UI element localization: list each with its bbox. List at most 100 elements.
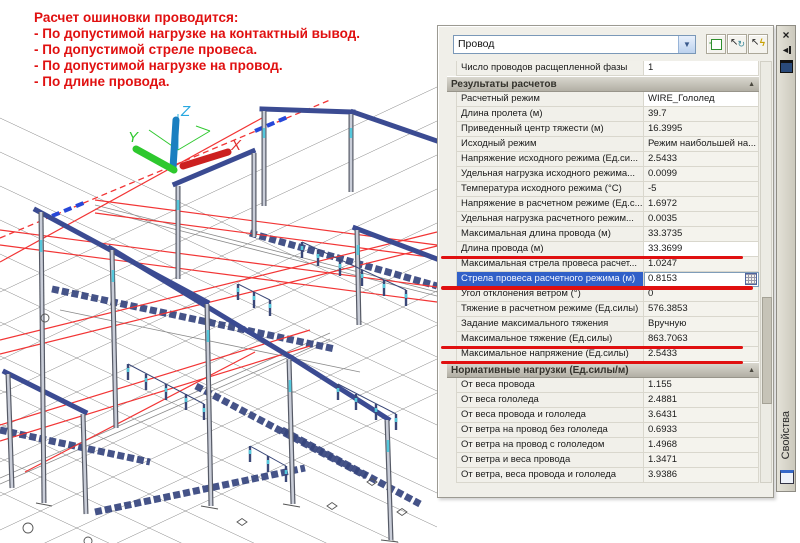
- object-type-value: Провод: [458, 38, 495, 50]
- property-value[interactable]: 33.3735: [644, 227, 759, 242]
- property-value[interactable]: WIRE_Гололед: [644, 92, 759, 107]
- property-row[interactable]: Удельная нагрузка исходного режима... 0.0…: [456, 167, 759, 182]
- z-axis-label: Z: [180, 103, 191, 120]
- property-value-text: 2.5433: [648, 348, 678, 359]
- orbit-arrow-icon: ↻: [737, 39, 745, 49]
- property-row[interactable]: Длина провода (м) 33.3699: [441, 242, 759, 259]
- property-value-text: 0.8153: [648, 273, 678, 284]
- property-row[interactable]: Расчетный режим WIRE_Гололед: [456, 92, 759, 107]
- property-value-text: 1.3471: [648, 454, 678, 465]
- property-row[interactable]: От ветра, веса провода и гололеда 3.9386: [456, 468, 759, 483]
- property-value[interactable]: 33.3699: [644, 242, 759, 257]
- property-row[interactable]: Максимальное тяжение (Ед.силы) 863.7063: [441, 332, 759, 349]
- property-value[interactable]: -5: [644, 182, 759, 197]
- property-value[interactable]: 39.7: [644, 107, 759, 122]
- cursor-icon: ↖: [751, 37, 760, 48]
- property-value-text: 3.6431: [648, 409, 678, 420]
- property-row[interactable]: Стрела провеса расчетного режима (м) 0.81…: [441, 272, 759, 290]
- property-row[interactable]: От ветра на провод с гололедом 1.4968: [456, 438, 759, 453]
- x-axis-label: X: [230, 137, 242, 154]
- y-axis: [132, 145, 178, 174]
- close-icon[interactable]: ×: [777, 28, 795, 42]
- property-value-text: 1.4968: [648, 439, 678, 450]
- section-header[interactable]: Результаты расчетов ▲: [447, 76, 759, 92]
- annotation-line: - По допустимой нагрузке на провод.: [34, 58, 283, 73]
- property-row[interactable]: Задание максимального тяжения Вручную: [456, 317, 759, 332]
- calculator-button[interactable]: [745, 273, 757, 285]
- property-value[interactable]: 2.5433: [644, 347, 759, 362]
- property-row[interactable]: Исходный режим Режим наибольшей на...: [456, 137, 759, 152]
- section-title: Нормативные нагрузки (Ед.силы/м): [451, 365, 629, 376]
- property-value[interactable]: 0.8153: [644, 272, 759, 287]
- property-label: От веса провода: [456, 378, 644, 393]
- property-value[interactable]: 1.4968: [644, 438, 759, 453]
- property-row[interactable]: От веса гололеда 2.4881: [456, 393, 759, 408]
- scrollbar-thumb[interactable]: [762, 297, 772, 404]
- property-row[interactable]: От веса провода 1.155: [456, 378, 759, 393]
- property-value-text: -5: [648, 183, 657, 194]
- property-value[interactable]: 1: [644, 61, 759, 76]
- property-value[interactable]: 1.155: [644, 378, 759, 393]
- property-value[interactable]: 1.3471: [644, 453, 759, 468]
- property-label: Приведенный центр тяжести (м): [456, 122, 644, 137]
- chevron-down-icon[interactable]: ▼: [678, 36, 695, 53]
- property-value[interactable]: 2.4881: [644, 393, 759, 408]
- property-row[interactable]: От ветра и веса провода 1.3471: [456, 453, 759, 468]
- property-value[interactable]: 0.6933: [644, 423, 759, 438]
- annotation-line: - По длине провода.: [34, 74, 170, 89]
- scrollbar[interactable]: [760, 61, 772, 483]
- property-grid: Число проводов расщепленной фазы 1 Результ…: [441, 61, 759, 483]
- toggle-pickadd-button[interactable]: +: [706, 34, 726, 54]
- property-value-text: 2.4881: [648, 394, 678, 405]
- properties-palette: Провод ▼ + ↻ ↖ ϟ ↖ Число проводов расщеп…: [437, 25, 774, 498]
- property-row[interactable]: Длина пролета (м) 39.7: [456, 107, 759, 122]
- property-value[interactable]: 0.0035: [644, 212, 759, 227]
- property-value[interactable]: 1.0247: [644, 257, 759, 272]
- property-row[interactable]: От веса провода и гололеда 3.6431: [456, 408, 759, 423]
- object-type-dropdown[interactable]: Провод ▼: [453, 35, 696, 54]
- collapse-icon[interactable]: ▲: [748, 77, 755, 92]
- property-value[interactable]: Вручную: [644, 317, 759, 332]
- property-row[interactable]: Напряжение в расчетном режиме (Ед.с... 1.…: [456, 197, 759, 212]
- cursor-icon: ↖: [730, 37, 739, 48]
- property-row[interactable]: Максимальная длина провода (м) 33.3735: [456, 227, 759, 242]
- autohide-icon[interactable]: ◄: [777, 45, 795, 55]
- property-value[interactable]: 2.5433: [644, 152, 759, 167]
- property-value[interactable]: 1.6972: [644, 197, 759, 212]
- y-axis-label: Y: [128, 129, 139, 146]
- property-value[interactable]: 576.3853: [644, 302, 759, 317]
- property-value[interactable]: 3.9386: [644, 468, 759, 483]
- property-value-text: 0.6933: [648, 424, 678, 435]
- property-row[interactable]: Тяжение в расчетном режиме (Ед.силы) 576.…: [456, 302, 759, 317]
- collapse-icon[interactable]: ▲: [748, 363, 755, 378]
- property-row[interactable]: Температура исходного режима (°C) -5: [456, 182, 759, 197]
- property-row[interactable]: Максимальное напряжение (Ед.силы) 2.5433: [441, 347, 759, 364]
- red-underline-annotation: [441, 286, 753, 290]
- property-row[interactable]: Напряжение исходного режима (Ед.си... 2.5…: [456, 152, 759, 167]
- property-value-text: 1.6972: [648, 198, 678, 209]
- property-value[interactable]: 3.6431: [644, 408, 759, 423]
- property-value-text: 39.7: [648, 108, 667, 119]
- property-value[interactable]: 863.7063: [644, 332, 759, 347]
- property-value-text: 3.9386: [648, 469, 678, 480]
- lightning-icon: ϟ: [759, 38, 765, 49]
- property-label: Максимальное тяжение (Ед.силы): [456, 332, 644, 347]
- property-row[interactable]: Число проводов расщепленной фазы 1: [456, 61, 759, 76]
- property-value-text: 1.0247: [648, 258, 678, 269]
- property-row[interactable]: Удельная нагрузка расчетного режим... 0.0…: [456, 212, 759, 227]
- property-value[interactable]: 0.0099: [644, 167, 759, 182]
- select-objects-button[interactable]: ↻ ↖: [727, 34, 747, 54]
- property-value[interactable]: Режим наибольшей на...: [644, 137, 759, 152]
- property-row[interactable]: От ветра на провод без гололеда 0.6933: [456, 423, 759, 438]
- properties-menu-icon[interactable]: [777, 60, 795, 78]
- section-header[interactable]: Нормативные нагрузки (Ед.силы/м) ▲: [447, 362, 759, 378]
- property-row[interactable]: Максимальная стрела провеса расчет... 1.0…: [456, 257, 759, 272]
- quick-select-button[interactable]: ϟ ↖: [748, 34, 768, 54]
- property-label: От ветра и веса провода: [456, 453, 644, 468]
- property-label: Длина провода (м): [456, 242, 644, 257]
- property-row[interactable]: Приведенный центр тяжести (м) 16.3995: [456, 122, 759, 137]
- property-label: Напряжение в расчетном режиме (Ед.с...: [456, 197, 644, 212]
- window-icon: [780, 470, 794, 484]
- property-label: Число проводов расщепленной фазы: [456, 61, 644, 76]
- property-value[interactable]: 16.3995: [644, 122, 759, 137]
